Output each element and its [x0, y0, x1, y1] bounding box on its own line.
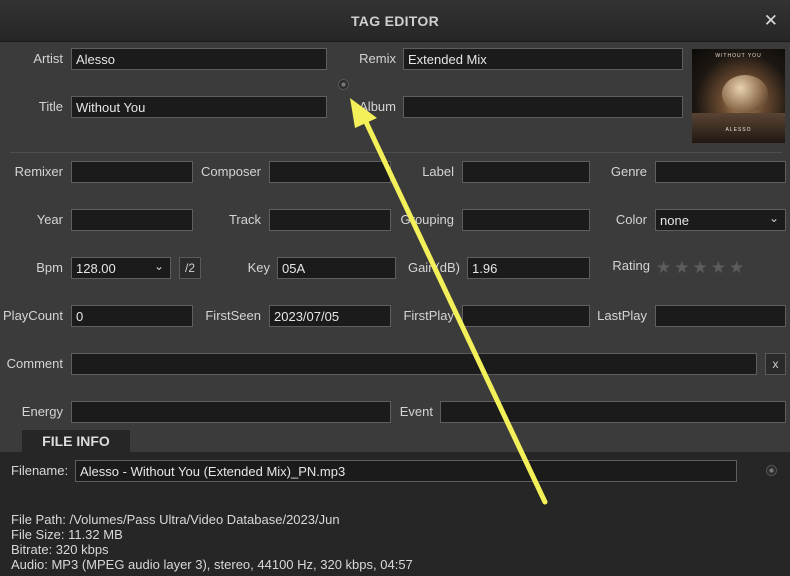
year-input[interactable]	[71, 209, 193, 231]
album-input[interactable]	[403, 96, 683, 118]
file-path-text: File Path: /Volumes/Pass Ultra/Video Dat…	[11, 512, 340, 527]
section-divider	[10, 152, 782, 153]
bpm-label: Bpm	[36, 260, 63, 275]
file-size-text: File Size: 11.32 MB	[11, 527, 123, 542]
remixer-label: Remixer	[14, 164, 63, 179]
chevron-down-icon: ⌄	[153, 259, 164, 273]
gain-input[interactable]	[467, 257, 590, 279]
energy-input[interactable]	[71, 401, 391, 423]
year-label: Year	[36, 212, 63, 227]
grouping-input[interactable]	[462, 209, 590, 231]
title-input[interactable]	[71, 96, 327, 118]
close-icon[interactable]: ✕	[764, 11, 778, 31]
firstplay-input[interactable]	[462, 305, 590, 327]
remix-label: Remix	[359, 51, 396, 66]
event-input[interactable]	[440, 401, 786, 423]
star-icon[interactable]: ★	[711, 258, 726, 278]
color-label: Color	[615, 212, 647, 227]
event-label: Event	[399, 404, 433, 419]
artwork-title-text: WITHOUT YOU	[715, 53, 762, 59]
label-input[interactable]	[462, 161, 590, 183]
artist-input[interactable]	[71, 48, 327, 70]
lastplay-input[interactable]	[655, 305, 786, 327]
filename-input[interactable]	[75, 460, 737, 482]
artwork-planet	[722, 75, 768, 113]
filename-label: Filename:	[11, 463, 69, 478]
playcount-label: PlayCount	[3, 308, 63, 323]
star-icon[interactable]: ★	[693, 258, 708, 278]
genre-label: Genre	[610, 164, 647, 179]
chevron-down-icon: ⌄	[768, 211, 779, 225]
energy-label: Energy	[21, 404, 63, 419]
track-label: Track	[228, 212, 261, 227]
record-dot-icon[interactable]	[338, 79, 349, 90]
bpm-select[interactable]: 128.00 ⌄	[71, 257, 171, 279]
remixer-input[interactable]	[71, 161, 193, 183]
rating-label: Rating	[612, 258, 650, 273]
tag-editor-panel: Artist Remix Title Album WITHOUT YOU ALE…	[0, 42, 790, 576]
star-icon[interactable]: ★	[729, 258, 744, 278]
lastplay-label: LastPlay	[597, 308, 647, 323]
playcount-input[interactable]	[71, 305, 193, 327]
firstseen-input[interactable]	[269, 305, 391, 327]
album-label: Album	[359, 99, 396, 114]
gain-label: Gain(dB)	[407, 260, 460, 275]
firstseen-label: FirstSeen	[205, 308, 261, 323]
genre-input[interactable]	[655, 161, 786, 183]
firstplay-label: FirstPlay	[403, 308, 454, 323]
remix-input[interactable]	[403, 48, 683, 70]
record-dot-icon[interactable]	[766, 465, 777, 476]
star-icon[interactable]: ★	[656, 258, 671, 278]
rating-stars[interactable]: ★ ★ ★ ★ ★	[656, 258, 747, 278]
artwork-artist-text: ALESSO	[725, 127, 752, 133]
window-title: TAG EDITOR	[350, 13, 440, 29]
label-label: Label	[422, 164, 454, 179]
title-bar: TAG EDITOR ✕	[0, 0, 790, 42]
half-bpm-button[interactable]: /2	[179, 257, 201, 279]
comment-label: Comment	[6, 356, 63, 371]
grouping-label: Grouping	[400, 212, 454, 227]
bpm-select-value: 128.00	[76, 261, 116, 276]
comment-input[interactable]	[71, 353, 757, 375]
album-artwork[interactable]: WITHOUT YOU ALESSO	[692, 49, 785, 143]
file-info-tab[interactable]: FILE INFO	[22, 430, 130, 452]
title-label: Title	[38, 99, 63, 114]
bitrate-text: Bitrate: 320 kbps	[11, 542, 109, 557]
color-select[interactable]: none ⌄	[655, 209, 786, 231]
star-icon[interactable]: ★	[674, 258, 689, 278]
artist-label: Artist	[33, 51, 63, 66]
color-select-value: none	[660, 213, 689, 228]
composer-input[interactable]	[269, 161, 391, 183]
clear-comment-button[interactable]: x	[765, 353, 786, 375]
audio-info-text: Audio: MP3 (MPEG audio layer 3), stereo,…	[11, 557, 413, 572]
key-label: Key	[247, 260, 270, 275]
file-info-panel: Filename: File Path: /Volumes/Pass Ultra…	[0, 452, 790, 576]
track-input[interactable]	[269, 209, 391, 231]
key-input[interactable]	[277, 257, 396, 279]
composer-label: Composer	[201, 164, 261, 179]
